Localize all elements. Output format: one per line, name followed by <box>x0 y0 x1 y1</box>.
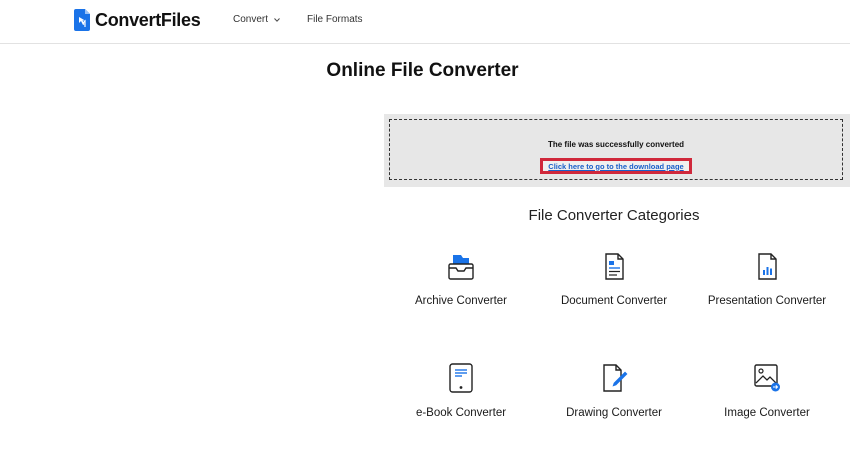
category-label: Drawing Converter <box>566 407 662 419</box>
nav-file-formats-label: File Formats <box>307 14 363 25</box>
category-document-converter[interactable]: Document Converter <box>539 253 689 307</box>
logo[interactable]: ConvertFiles <box>74 9 201 31</box>
category-label: Archive Converter <box>414 295 508 307</box>
archive-icon <box>448 255 474 280</box>
download-page-link[interactable]: Click here to go to the download page <box>548 162 683 171</box>
nav-file-formats[interactable]: File Formats <box>307 14 363 25</box>
category-archive-converter[interactable]: Archive Converter <box>386 253 536 307</box>
category-label: Presentation Converter <box>707 295 827 307</box>
category-image-converter[interactable]: Image Converter <box>692 363 842 419</box>
document-icon <box>605 253 624 280</box>
convertfiles-logo-icon <box>74 9 90 31</box>
nav-convert-label: Convert <box>233 14 269 25</box>
download-link-highlight: Click here to go to the download page <box>540 158 692 174</box>
category-label: e-Book Converter <box>415 407 507 419</box>
image-icon <box>754 364 780 392</box>
page-title: Online File Converter <box>326 60 519 81</box>
drawing-icon <box>603 364 628 392</box>
ebook-icon <box>449 363 473 393</box>
category-drawing-converter[interactable]: Drawing Converter <box>539 363 689 419</box>
presentation-icon <box>758 253 777 280</box>
category-ebook-converter[interactable]: e-Book Converter <box>386 363 536 419</box>
success-message: The file was successfully converted <box>547 140 685 149</box>
category-label: Document Converter <box>560 295 668 307</box>
chevron-down-icon <box>274 17 280 22</box>
category-label: Image Converter <box>724 407 810 419</box>
category-presentation-converter[interactable]: Presentation Converter <box>692 253 842 307</box>
brand-name: ConvertFiles <box>95 9 201 30</box>
nav-convert[interactable]: Convert <box>233 14 280 25</box>
notice-dashed-frame: The file was successfully converted Clic… <box>389 119 843 180</box>
site-header: ConvertFiles Convert File Formats <box>0 0 850 44</box>
categories-title: File Converter Categories <box>528 207 700 224</box>
conversion-notice: The file was successfully converted Clic… <box>384 114 850 187</box>
